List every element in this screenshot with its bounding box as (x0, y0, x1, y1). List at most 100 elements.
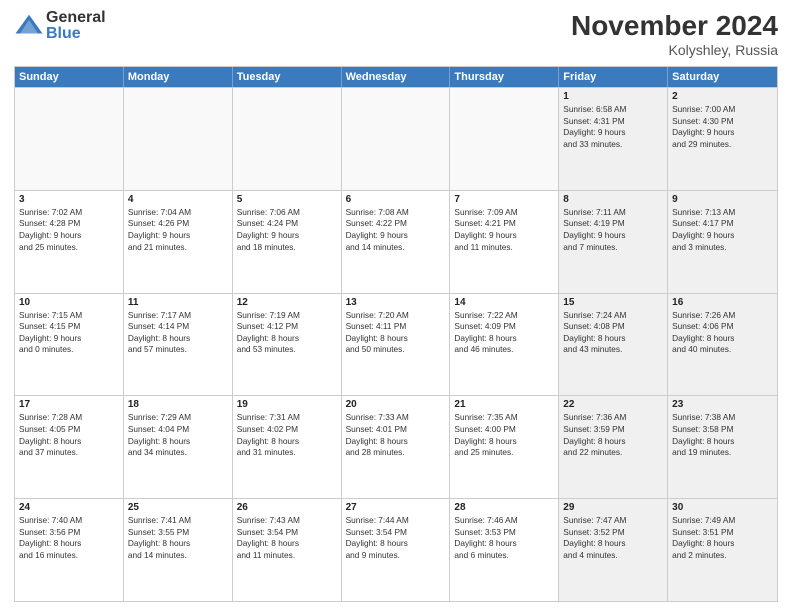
cell-info: Sunrise: 7:38 AMSunset: 3:58 PMDaylight:… (672, 412, 773, 458)
logo-blue: Blue (46, 26, 106, 42)
cell-info: Sunrise: 7:15 AMSunset: 4:15 PMDaylight:… (19, 310, 119, 356)
cal-cell-3: 3 Sunrise: 7:02 AMSunset: 4:28 PMDaylight… (15, 191, 124, 293)
day-number: 11 (128, 297, 228, 308)
header-day-sunday: Sunday (15, 67, 124, 87)
cal-cell-22: 22 Sunrise: 7:36 AMSunset: 3:59 PMDayligh… (559, 396, 668, 498)
header-day-wednesday: Wednesday (342, 67, 451, 87)
week-row-1: 3 Sunrise: 7:02 AMSunset: 4:28 PMDaylight… (15, 190, 777, 293)
cell-info: Sunrise: 7:29 AMSunset: 4:04 PMDaylight:… (128, 412, 228, 458)
logo-general: General (46, 10, 106, 26)
day-number: 2 (672, 91, 773, 102)
calendar-header: SundayMondayTuesdayWednesdayThursdayFrid… (15, 67, 777, 87)
cal-cell-16: 16 Sunrise: 7:26 AMSunset: 4:06 PMDayligh… (668, 294, 777, 396)
title-block: November 2024 Kolyshley, Russia (571, 10, 778, 58)
day-number: 26 (237, 502, 337, 513)
cell-info: Sunrise: 7:44 AMSunset: 3:54 PMDaylight:… (346, 515, 446, 561)
cell-info: Sunrise: 7:11 AMSunset: 4:19 PMDaylight:… (563, 207, 663, 253)
page: General Blue November 2024 Kolyshley, Ru… (0, 0, 792, 612)
calendar-body: 1Sunrise: 6:58 AMSunset: 4:31 PMDaylight… (15, 87, 777, 601)
week-row-3: 17 Sunrise: 7:28 AMSunset: 4:05 PMDayligh… (15, 395, 777, 498)
cal-cell-empty-0-0 (15, 88, 124, 190)
cell-info: Sunrise: 7:08 AMSunset: 4:22 PMDaylight:… (346, 207, 446, 253)
cal-cell-24: 24 Sunrise: 7:40 AMSunset: 3:56 PMDayligh… (15, 499, 124, 601)
cell-info: Sunrise: 7:24 AMSunset: 4:08 PMDaylight:… (563, 310, 663, 356)
cal-cell-13: 13Sunrise: 7:20 AMSunset: 4:11 PMDayligh… (342, 294, 451, 396)
day-number: 18 (128, 399, 228, 410)
cal-cell-2: 2 Sunrise: 7:00 AMSunset: 4:30 PMDaylight… (668, 88, 777, 190)
cell-info: Sunrise: 7:43 AMSunset: 3:54 PMDaylight:… (237, 515, 337, 561)
week-row-2: 10 Sunrise: 7:15 AMSunset: 4:15 PMDayligh… (15, 293, 777, 396)
day-number: 10 (19, 297, 119, 308)
header-day-saturday: Saturday (668, 67, 777, 87)
cal-cell-14: 14 Sunrise: 7:22 AMSunset: 4:09 PMDayligh… (450, 294, 559, 396)
logo: General Blue (14, 10, 106, 42)
day-number: 17 (19, 399, 119, 410)
day-number: 12 (237, 297, 337, 308)
title-month: November 2024 (571, 10, 778, 42)
cal-cell-empty-0-2 (233, 88, 342, 190)
week-row-0: 1Sunrise: 6:58 AMSunset: 4:31 PMDaylight… (15, 87, 777, 190)
cal-cell-1: 1Sunrise: 6:58 AMSunset: 4:31 PMDaylight… (559, 88, 668, 190)
cell-info: Sunrise: 7:09 AMSunset: 4:21 PMDaylight:… (454, 207, 554, 253)
cal-cell-12: 12 Sunrise: 7:19 AMSunset: 4:12 PMDayligh… (233, 294, 342, 396)
cal-cell-empty-0-3 (342, 88, 451, 190)
cell-info: Sunrise: 7:06 AMSunset: 4:24 PMDaylight:… (237, 207, 337, 253)
cal-cell-26: 26 Sunrise: 7:43 AMSunset: 3:54 PMDayligh… (233, 499, 342, 601)
cell-info: Sunrise: 7:26 AMSunset: 4:06 PMDaylight:… (672, 310, 773, 356)
cell-info: Sunrise: 6:58 AMSunset: 4:31 PMDaylight:… (563, 104, 663, 150)
header-day-thursday: Thursday (450, 67, 559, 87)
cal-cell-11: 11Sunrise: 7:17 AMSunset: 4:14 PMDayligh… (124, 294, 233, 396)
cal-cell-4: 4 Sunrise: 7:04 AMSunset: 4:26 PMDaylight… (124, 191, 233, 293)
cal-cell-28: 28Sunrise: 7:46 AMSunset: 3:53 PMDayligh… (450, 499, 559, 601)
cell-info: Sunrise: 7:35 AMSunset: 4:00 PMDaylight:… (454, 412, 554, 458)
day-number: 19 (237, 399, 337, 410)
cal-cell-20: 20Sunrise: 7:33 AMSunset: 4:01 PMDayligh… (342, 396, 451, 498)
cell-info: Sunrise: 7:22 AMSunset: 4:09 PMDaylight:… (454, 310, 554, 356)
day-number: 6 (346, 194, 446, 205)
cal-cell-21: 21Sunrise: 7:35 AMSunset: 4:00 PMDayligh… (450, 396, 559, 498)
cal-cell-9: 9 Sunrise: 7:13 AMSunset: 4:17 PMDaylight… (668, 191, 777, 293)
day-number: 5 (237, 194, 337, 205)
day-number: 3 (19, 194, 119, 205)
calendar: SundayMondayTuesdayWednesdayThursdayFrid… (14, 66, 778, 602)
day-number: 22 (563, 399, 663, 410)
cal-cell-29: 29 Sunrise: 7:47 AMSunset: 3:52 PMDayligh… (559, 499, 668, 601)
cell-info: Sunrise: 7:41 AMSunset: 3:55 PMDaylight:… (128, 515, 228, 561)
day-number: 14 (454, 297, 554, 308)
day-number: 9 (672, 194, 773, 205)
cell-info: Sunrise: 7:33 AMSunset: 4:01 PMDaylight:… (346, 412, 446, 458)
header-day-monday: Monday (124, 67, 233, 87)
cell-info: Sunrise: 7:47 AMSunset: 3:52 PMDaylight:… (563, 515, 663, 561)
cell-info: Sunrise: 7:46 AMSunset: 3:53 PMDaylight:… (454, 515, 554, 561)
cal-cell-empty-0-4 (450, 88, 559, 190)
cal-cell-30: 30Sunrise: 7:49 AMSunset: 3:51 PMDayligh… (668, 499, 777, 601)
cal-cell-7: 7 Sunrise: 7:09 AMSunset: 4:21 PMDaylight… (450, 191, 559, 293)
cal-cell-15: 15Sunrise: 7:24 AMSunset: 4:08 PMDayligh… (559, 294, 668, 396)
cell-info: Sunrise: 7:28 AMSunset: 4:05 PMDaylight:… (19, 412, 119, 458)
cell-info: Sunrise: 7:40 AMSunset: 3:56 PMDaylight:… (19, 515, 119, 561)
cal-cell-19: 19Sunrise: 7:31 AMSunset: 4:02 PMDayligh… (233, 396, 342, 498)
header-day-friday: Friday (559, 67, 668, 87)
cal-cell-27: 27 Sunrise: 7:44 AMSunset: 3:54 PMDayligh… (342, 499, 451, 601)
day-number: 16 (672, 297, 773, 308)
cell-info: Sunrise: 7:36 AMSunset: 3:59 PMDaylight:… (563, 412, 663, 458)
cell-info: Sunrise: 7:04 AMSunset: 4:26 PMDaylight:… (128, 207, 228, 253)
day-number: 24 (19, 502, 119, 513)
cal-cell-10: 10 Sunrise: 7:15 AMSunset: 4:15 PMDayligh… (15, 294, 124, 396)
cal-cell-25: 25Sunrise: 7:41 AMSunset: 3:55 PMDayligh… (124, 499, 233, 601)
cell-info: Sunrise: 7:02 AMSunset: 4:28 PMDaylight:… (19, 207, 119, 253)
cell-info: Sunrise: 7:13 AMSunset: 4:17 PMDaylight:… (672, 207, 773, 253)
cell-info: Sunrise: 7:19 AMSunset: 4:12 PMDaylight:… (237, 310, 337, 356)
cal-cell-6: 6 Sunrise: 7:08 AMSunset: 4:22 PMDaylight… (342, 191, 451, 293)
day-number: 7 (454, 194, 554, 205)
cell-info: Sunrise: 7:20 AMSunset: 4:11 PMDaylight:… (346, 310, 446, 356)
day-number: 4 (128, 194, 228, 205)
cell-info: Sunrise: 7:00 AMSunset: 4:30 PMDaylight:… (672, 104, 773, 150)
day-number: 29 (563, 502, 663, 513)
day-number: 27 (346, 502, 446, 513)
cal-cell-23: 23Sunrise: 7:38 AMSunset: 3:58 PMDayligh… (668, 396, 777, 498)
logo-icon (14, 11, 44, 41)
header-day-tuesday: Tuesday (233, 67, 342, 87)
cal-cell-8: 8Sunrise: 7:11 AMSunset: 4:19 PMDaylight… (559, 191, 668, 293)
title-location: Kolyshley, Russia (571, 42, 778, 58)
